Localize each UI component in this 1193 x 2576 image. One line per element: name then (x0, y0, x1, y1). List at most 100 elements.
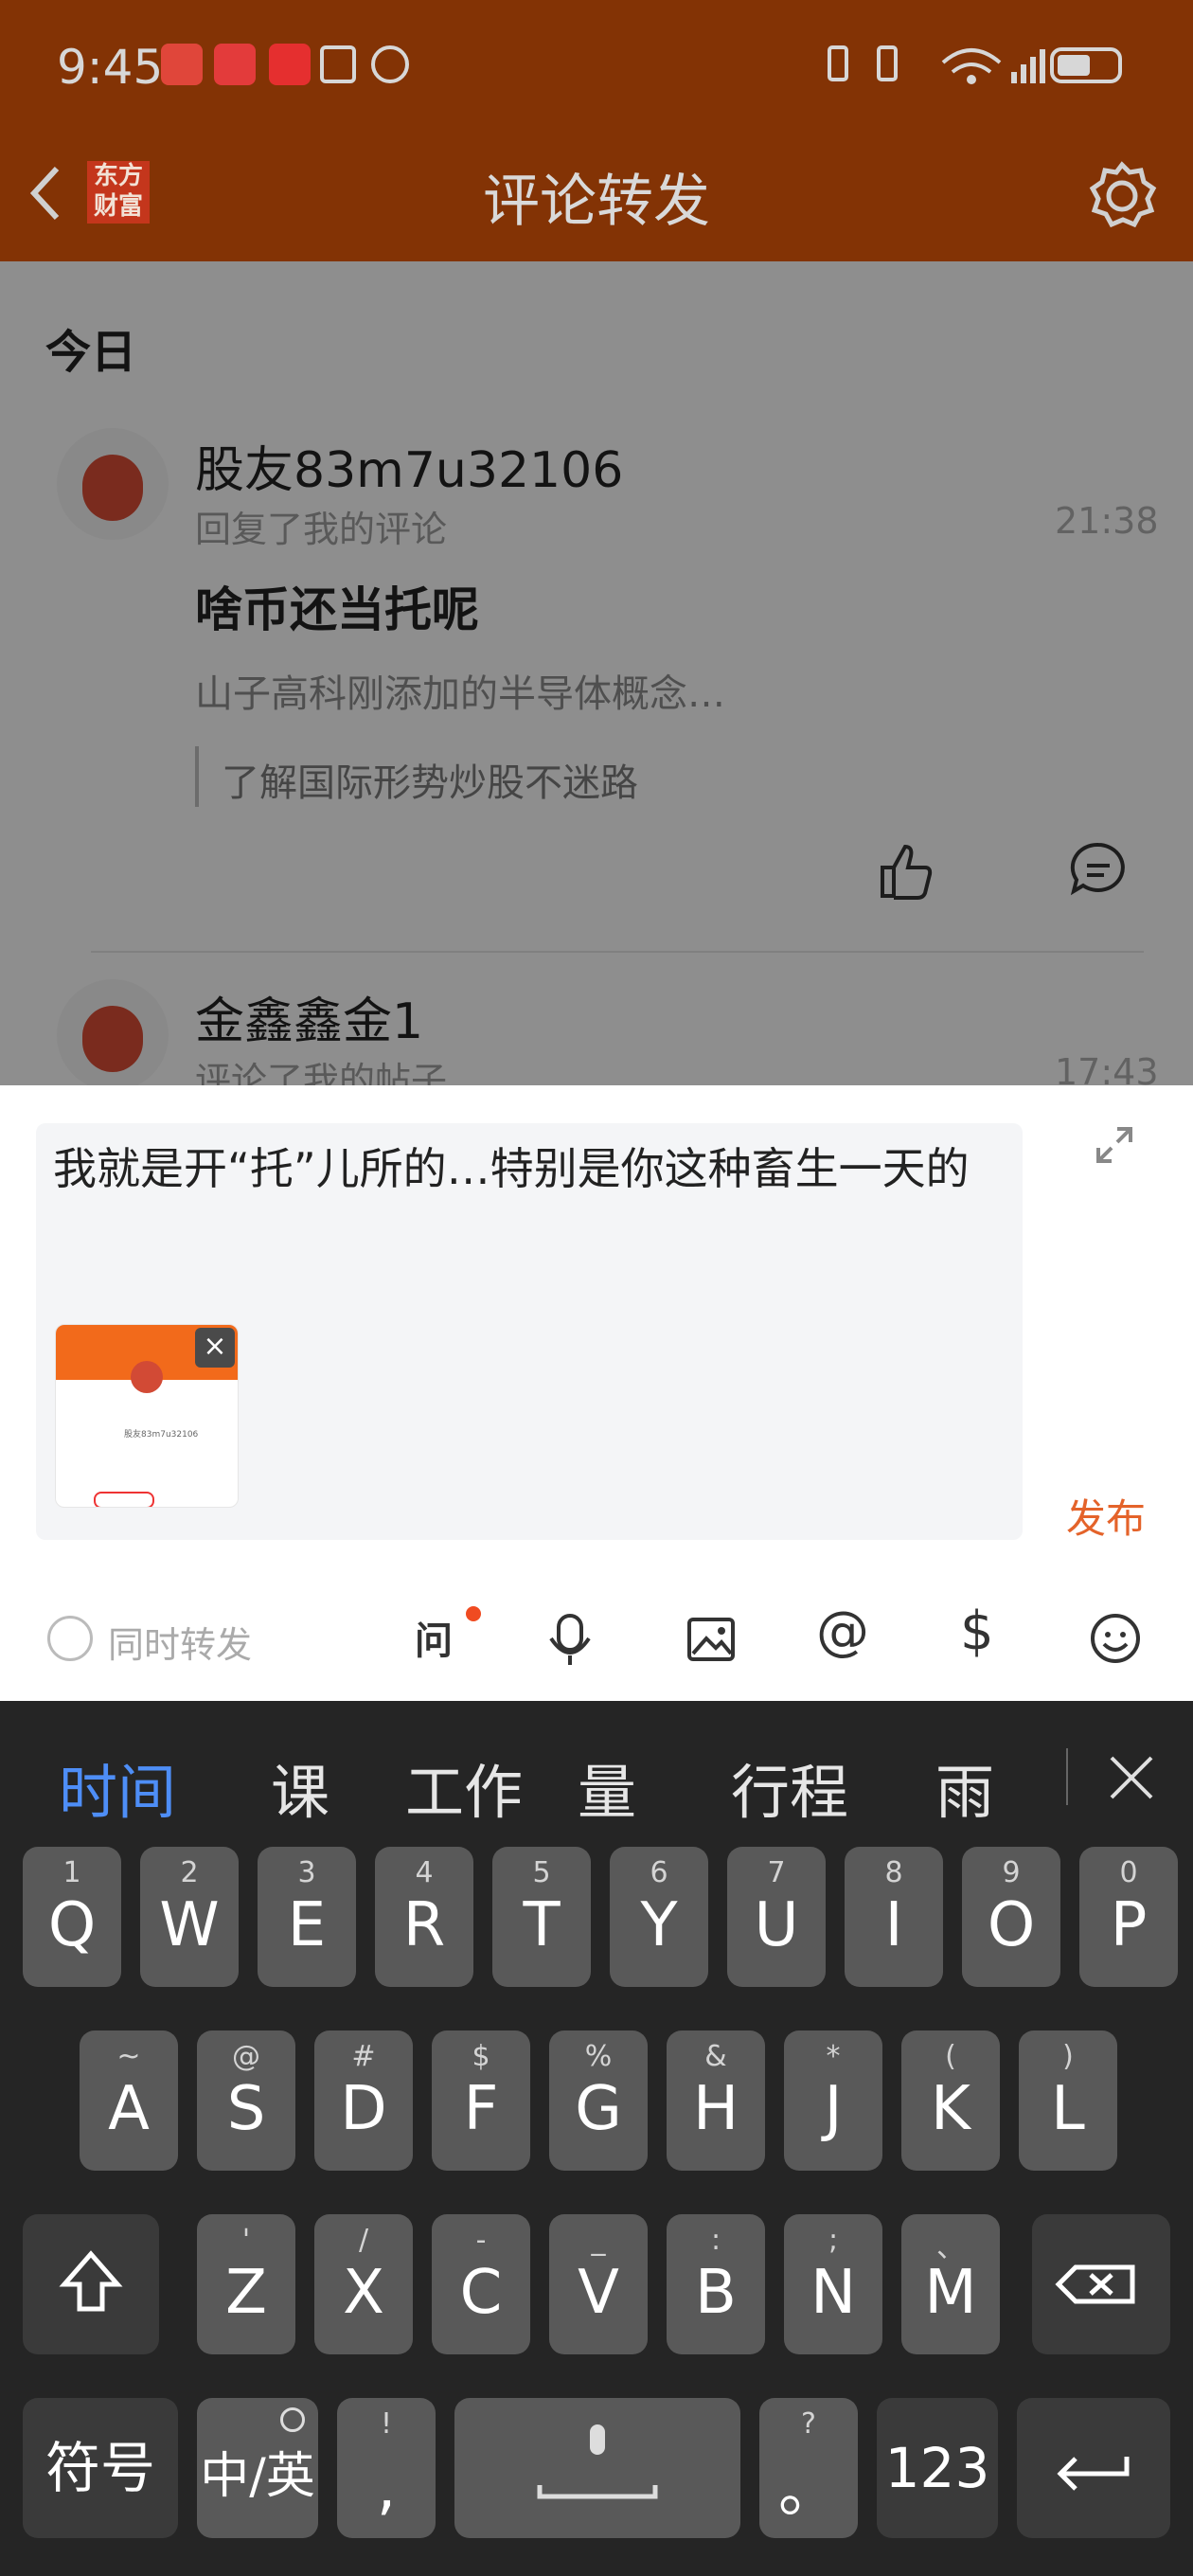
period-label: 。 (778, 2456, 839, 2526)
key-l[interactable]: ) L (1019, 2030, 1117, 2171)
key-b[interactable]: :B (667, 2214, 765, 2354)
key-i[interactable]: 8I (845, 1847, 943, 1987)
key-k[interactable]: (K (901, 2030, 1000, 2171)
mention-at-icon[interactable]: @ (816, 1601, 869, 1662)
key-y[interactable]: 6Y (610, 1847, 708, 1987)
key-hint: 0 (1119, 1856, 1138, 1889)
key-v[interactable]: _ V (549, 2214, 648, 2354)
key-hint: : (710, 2224, 721, 2257)
enter-key[interactable] (1017, 2398, 1170, 2538)
ai-badge-dot (466, 1606, 481, 1621)
key-h[interactable]: & H (667, 2030, 765, 2171)
status-time: 9:45 (57, 40, 164, 95)
globe-icon (280, 2407, 305, 2432)
key-f[interactable]: $ F (432, 2030, 530, 2171)
key-hint: 7 (767, 1856, 786, 1889)
key-t[interactable]: 5T (492, 1847, 591, 1987)
key-w[interactable]: 2W (140, 1847, 239, 1987)
ask-ai-icon[interactable]: 问 (415, 1610, 453, 1665)
candidate-word[interactable]: 雨 (935, 1744, 994, 1830)
key-hint: / (358, 2224, 369, 2257)
key-label: O (987, 1890, 1036, 1960)
key-a[interactable]: ~ A (80, 2030, 178, 2171)
key-m[interactable]: 、 M (901, 2214, 1000, 2354)
key-label: B (695, 2258, 737, 2328)
period-key[interactable]: ? 。 (759, 2398, 858, 2538)
key-label: V (578, 2258, 619, 2328)
key-hint: _ (591, 2224, 606, 2257)
remove-attachment-close-icon[interactable]: × (195, 1328, 235, 1368)
status-icons (828, 45, 1122, 84)
key-j[interactable]: * J (784, 2030, 882, 2171)
key-hint: * (826, 2040, 841, 2073)
numbers-key[interactable]: 123 (877, 2398, 998, 2538)
modal-dim-overlay[interactable] (0, 261, 1193, 1085)
notification-video-icon (269, 44, 311, 85)
voice-to-text-icon[interactable] (545, 1610, 604, 1669)
candidate-word[interactable]: 工作 (405, 1744, 523, 1830)
key-hint: 3 (297, 1856, 316, 1889)
key-label: H (692, 2074, 739, 2144)
settings-gear-icon[interactable] (1085, 159, 1159, 233)
key-label: N (810, 2258, 856, 2328)
key-label: R (402, 1890, 446, 1960)
key-n[interactable]: ; N (784, 2214, 882, 2354)
stock-dollar-icon[interactable]: $ (960, 1601, 994, 1662)
key-hint: ~ (116, 2040, 141, 2073)
key-s[interactable]: @ S (197, 2030, 295, 2171)
forward-label: 同时转发 (108, 1624, 253, 1666)
candidate-word[interactable]: 时间 (59, 1744, 176, 1830)
shift-key[interactable] (23, 2214, 159, 2354)
expand-icon[interactable] (1095, 1125, 1134, 1165)
language-switch-label: 中/英 (200, 2448, 315, 2505)
key-e[interactable]: 3E (258, 1847, 356, 1987)
candidate-word[interactable]: 课 (271, 1744, 329, 1830)
page-title: 评论转发 (483, 169, 710, 235)
publish-button[interactable]: 发布 (1066, 1487, 1146, 1545)
key-p[interactable]: 0P (1079, 1847, 1178, 1987)
key-label: G (575, 2074, 622, 2144)
key-q[interactable]: 1Q (23, 1847, 121, 1987)
key-hint: ; (828, 2224, 839, 2257)
backspace-key[interactable] (1032, 2214, 1170, 2354)
reply-draft-text[interactable]: 我就是开“托”儿所的…特别是你这种畜生一天的 (53, 1136, 1009, 1201)
emoji-smiley-icon[interactable] (1087, 1610, 1146, 1669)
period-hint: ? (801, 2407, 816, 2441)
notification-app-icon (161, 44, 203, 85)
thumbnail-username: 股友83m7u32106 (124, 1430, 199, 1440)
symbols-key[interactable]: 符号 (23, 2398, 178, 2538)
collapse-candidates-close-icon[interactable] (1106, 1752, 1157, 1803)
language-switch-key[interactable]: 中/英 (197, 2398, 318, 2538)
key-c[interactable]: -C (432, 2214, 530, 2354)
space-key[interactable] (454, 2398, 740, 2538)
key-hint: 2 (180, 1856, 199, 1889)
key-label: I (884, 1890, 903, 1960)
candidate-word[interactable]: 量 (578, 1744, 636, 1830)
forward-checkbox[interactable] (47, 1616, 93, 1661)
key-x[interactable]: / X (314, 2214, 413, 2354)
key-label: Q (47, 1890, 97, 1960)
key-hint: # (351, 2040, 376, 2073)
key-label: T (523, 1890, 561, 1960)
key-label: F (463, 2074, 499, 2144)
key-o[interactable]: 9O (962, 1847, 1060, 1987)
key-label: S (226, 2074, 266, 2144)
comma-label: , (376, 2453, 397, 2523)
key-label: J (824, 2074, 843, 2144)
microphone-icon (537, 2424, 658, 2499)
candidate-word[interactable]: 行程 (731, 1744, 848, 1830)
key-r[interactable]: 4R (375, 1847, 473, 1987)
key-d[interactable]: # D (314, 2030, 413, 2171)
comma-key[interactable]: ! , (337, 2398, 436, 2538)
key-hint: ) (1062, 2040, 1074, 2073)
key-hint: ( (945, 2040, 956, 2073)
key-hint: 5 (532, 1856, 551, 1889)
key-label: P (1110, 1890, 1148, 1960)
key-z[interactable]: ' Z (197, 2214, 295, 2354)
key-g[interactable]: % G (549, 2030, 648, 2171)
key-hint: - (475, 2224, 487, 2257)
key-u[interactable]: 7U (727, 1847, 826, 1987)
key-hint: % (584, 2040, 613, 2073)
key-label: D (340, 2074, 387, 2144)
image-picker-icon[interactable] (682, 1610, 740, 1669)
